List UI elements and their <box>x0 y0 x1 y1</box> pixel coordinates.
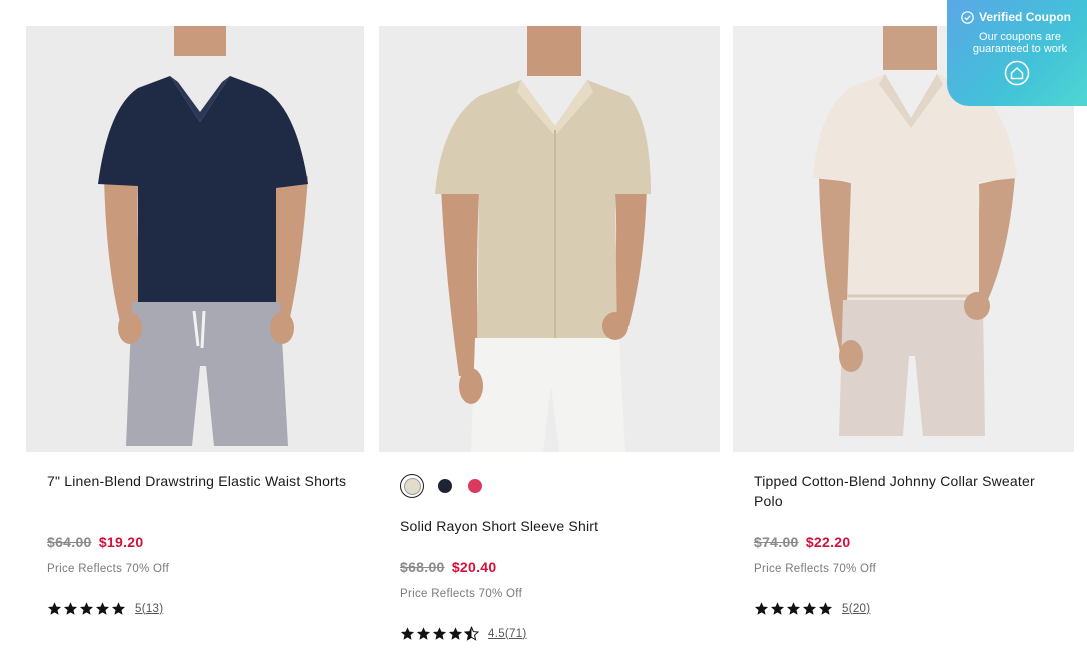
price-row: $74.00 $22.20 <box>754 534 850 550</box>
sale-price: $20.40 <box>451 559 497 575</box>
star-icon <box>79 602 94 615</box>
product-image[interactable] <box>379 26 720 452</box>
color-swatches <box>400 474 482 498</box>
star-icon <box>416 627 431 640</box>
product-card[interactable]: Solid Rayon Short Sleeve Shirt $68.00 $2… <box>379 26 720 641</box>
star-icon <box>432 627 447 640</box>
coupon-message: Our coupons are guaranteed to work <box>947 31 1087 55</box>
price-row: $64.00 $19.20 <box>47 534 143 550</box>
star-icon <box>47 602 62 615</box>
product-rating: 5(20) <box>754 601 870 616</box>
star-icon <box>786 602 801 615</box>
home-badge-icon[interactable] <box>1004 60 1030 86</box>
swatch-navy[interactable] <box>438 479 452 493</box>
coupon-title: Verified Coupon <box>979 10 1072 24</box>
check-circle-icon <box>961 10 974 24</box>
star-icon <box>754 602 769 615</box>
star-icon <box>818 602 833 615</box>
coupon-line-1: Our coupons are <box>979 31 1061 43</box>
sale-price: $22.20 <box>805 534 851 550</box>
discount-note: Price Reflects 70% Off <box>400 588 523 600</box>
coupon-header: Verified Coupon <box>947 0 1087 24</box>
verified-coupon-badge[interactable]: Verified Coupon Our coupons are guarante… <box>947 0 1087 106</box>
product-title[interactable]: Tipped Cotton-Blend Johnny Collar Sweate… <box>754 471 1054 511</box>
swatch-selected[interactable] <box>400 474 424 498</box>
reviews-link[interactable]: 5(20) <box>842 603 870 615</box>
product-title[interactable]: Solid Rayon Short Sleeve Shirt <box>400 516 700 536</box>
product-title[interactable]: 7" Linen-Blend Drawstring Elastic Waist … <box>47 471 347 491</box>
swatch-pink[interactable] <box>468 479 482 493</box>
product-rating: 5(13) <box>47 601 163 616</box>
sale-price: $19.20 <box>98 534 144 550</box>
rating-stars <box>754 601 833 616</box>
star-icon <box>63 602 78 615</box>
product-rating: 4.5(71) <box>400 626 527 641</box>
star-icon <box>770 602 785 615</box>
rating-stars <box>47 601 126 616</box>
discount-note: Price Reflects 70% Off <box>47 563 170 575</box>
rating-stars <box>400 626 479 641</box>
star-icon <box>95 602 110 615</box>
reviews-link[interactable]: 4.5(71) <box>488 628 527 640</box>
coupon-line-2: guaranteed to work <box>972 43 1068 55</box>
discount-note: Price Reflects 70% Off <box>754 563 877 575</box>
star-icon <box>448 627 463 640</box>
reviews-link[interactable]: 5(13) <box>135 603 163 615</box>
original-price: $74.00 <box>754 534 799 550</box>
original-price: $64.00 <box>47 534 92 550</box>
swatch-color <box>403 477 421 495</box>
half-star-icon <box>464 626 479 641</box>
star-icon <box>802 602 817 615</box>
star-icon <box>111 602 126 615</box>
price-row: $68.00 $20.40 <box>400 559 496 575</box>
original-price: $68.00 <box>400 559 445 575</box>
product-card[interactable]: 7" Linen-Blend Drawstring Elastic Waist … <box>26 26 364 615</box>
star-icon <box>400 627 415 640</box>
product-image[interactable] <box>26 26 364 452</box>
